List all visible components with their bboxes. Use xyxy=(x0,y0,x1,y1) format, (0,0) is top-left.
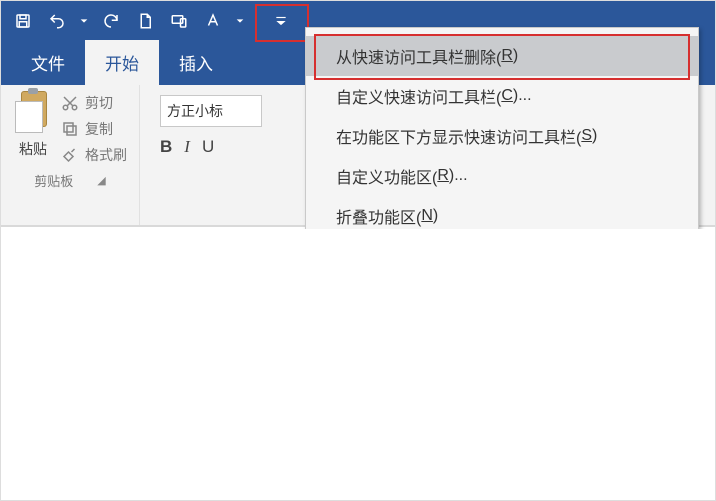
chevron-down-icon[interactable] xyxy=(233,7,247,35)
paste-label: 粘贴 xyxy=(19,139,47,159)
tab-home[interactable]: 开始 xyxy=(85,40,159,85)
brush-icon xyxy=(61,146,79,164)
cut-label: 剪切 xyxy=(85,93,113,113)
mi-tail: )... xyxy=(449,167,468,185)
mi-key: N xyxy=(421,207,433,225)
tab-file[interactable]: 文件 xyxy=(11,40,85,85)
mi-text: 折叠功能区( xyxy=(336,204,421,228)
mi-text: 在功能区下方显示快速访问工具栏( xyxy=(336,124,581,148)
mi-text: 从快速访问工具栏删除( xyxy=(336,44,501,68)
cut-button[interactable]: 剪切 xyxy=(61,93,127,113)
document-area[interactable] xyxy=(1,229,715,500)
device-preview-icon[interactable] xyxy=(165,7,193,35)
menu-item-customize-ribbon[interactable]: 自定义功能区(R)... xyxy=(306,156,698,196)
mi-key: R xyxy=(437,167,449,185)
save-icon[interactable] xyxy=(9,7,37,35)
italic-button[interactable]: I xyxy=(184,137,190,157)
clipboard-group: 粘贴 剪切 复制 格式刷 xyxy=(1,85,140,225)
mi-tail: )... xyxy=(513,87,532,105)
mi-text: 自定义功能区( xyxy=(336,164,437,188)
mi-key: R xyxy=(501,47,513,65)
paste-button[interactable]: 粘贴 xyxy=(13,91,53,159)
mi-text: 自定义快速访问工具栏( xyxy=(336,84,501,108)
mi-tail: ) xyxy=(513,47,518,65)
font-name-combo[interactable]: 方正小标 xyxy=(160,95,262,127)
menu-item-show-below-ribbon[interactable]: 在功能区下方显示快速访问工具栏(S) xyxy=(306,116,698,156)
format-painter-label: 格式刷 xyxy=(85,145,127,165)
scissors-icon xyxy=(61,94,79,112)
new-doc-icon[interactable] xyxy=(131,7,159,35)
mi-key: S xyxy=(581,127,592,145)
chevron-down-icon[interactable] xyxy=(77,7,91,35)
redo-icon[interactable] xyxy=(97,7,125,35)
tab-insert[interactable]: 插入 xyxy=(159,40,233,85)
mi-tail: ) xyxy=(592,127,597,145)
bold-button[interactable]: B xyxy=(160,137,172,157)
copy-icon xyxy=(61,120,79,138)
font-color-icon[interactable] xyxy=(199,7,227,35)
underline-button[interactable]: U xyxy=(202,137,214,157)
menu-item-remove-from-qat[interactable]: 从快速访问工具栏删除(R) xyxy=(306,36,698,76)
dialog-launcher-icon[interactable]: ◢ xyxy=(97,174,105,187)
font-group: 方正小标 B I U xyxy=(140,85,274,225)
paste-icon xyxy=(13,91,53,135)
copy-label: 复制 xyxy=(85,119,113,139)
customize-qat-icon[interactable] xyxy=(267,7,295,35)
undo-icon[interactable] xyxy=(43,7,71,35)
copy-button[interactable]: 复制 xyxy=(61,119,127,139)
font-name-value: 方正小标 xyxy=(167,101,223,121)
menu-item-customize-qat[interactable]: 自定义快速访问工具栏(C)... xyxy=(306,76,698,116)
group-label: 剪贴板 xyxy=(34,171,73,190)
context-menu: 从快速访问工具栏删除(R) 自定义快速访问工具栏(C)... 在功能区下方显示快… xyxy=(305,27,699,245)
mi-tail: ) xyxy=(433,207,438,225)
format-painter-button[interactable]: 格式刷 xyxy=(61,145,127,165)
mi-key: C xyxy=(501,87,513,105)
